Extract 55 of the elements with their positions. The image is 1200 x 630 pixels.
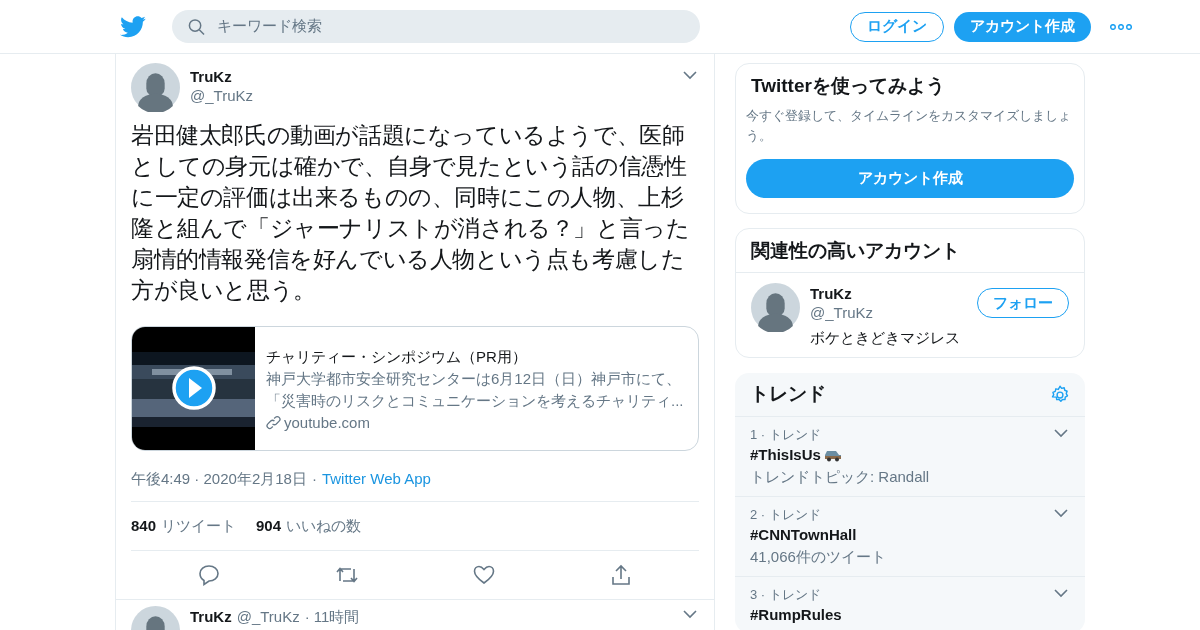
avatar-icon [131, 63, 180, 112]
trend-hashtag: #CNNTownHall [750, 525, 857, 545]
share-icon[interactable] [609, 564, 632, 586]
link-card[interactable]: チャリティー・シンポジウム（PR用） 神戸大学都市安全研究センターは6月12日（日）神戸市にて、 「災害時のリスクとコミュニケーションを考えるチャリティ... youtube.com [131, 326, 699, 451]
card-domain: youtube.com [284, 412, 370, 433]
reply-icon[interactable] [198, 564, 221, 586]
settings-icon[interactable] [1050, 384, 1070, 405]
user-handle: @_TruKz [236, 607, 300, 627]
search-input[interactable]: キーワード検索 [216, 15, 684, 38]
card-heading: トレンド [750, 382, 826, 407]
stat-label: いいねの数 [286, 515, 362, 536]
user-handle: @_TruKz [810, 303, 875, 322]
heart-icon[interactable] [473, 565, 496, 585]
user-bio: ボケときどきマジレス [810, 328, 961, 347]
trend-rank: 2 · トレンド [750, 506, 822, 524]
stat-count: 904 [256, 515, 282, 536]
trend-rank: 3 · トレンド [750, 586, 822, 604]
trend-meta: 41,066件のツイート [750, 547, 887, 567]
avatar-icon [751, 283, 800, 332]
signup-button[interactable]: アカウント作成 [954, 11, 1091, 42]
separator: · [311, 469, 317, 489]
trend-hashtag: #ThisIsUs [750, 445, 821, 465]
search-field[interactable]: キーワード検索 [172, 10, 700, 43]
tweet-text: 岩田健太郎氏の動画が話題になっているようで、医師としての身元は確かで、自身で見たという話の信憑性に一定の評価は出来るものの、同時にこの人物、上杉隆と組んで「ジャーナリストが消される？」と言った扇情的情報発信を好んでいる人物という点も考慮した方が良いと思う。 [131, 121, 691, 305]
reply-time: · 11時間 [304, 607, 360, 627]
chevron-icon[interactable] [1054, 509, 1068, 518]
stat-label: リツイート [161, 515, 237, 536]
card-heading: 関連性の高いアカウント [736, 229, 1084, 273]
card-heading: Twitterを使ってみよう [750, 74, 946, 98]
trend-item[interactable]: 2 · トレンド #CNNTownHall 41,066件のツイート [735, 497, 1085, 577]
more-icon[interactable] [1110, 23, 1132, 30]
chevron-icon[interactable] [1054, 429, 1068, 438]
user-name: TruKz [190, 607, 232, 627]
card-description: 「災害時のリスクとコミュニケーションを考えるチャリティ... [266, 390, 684, 411]
trend-item[interactable]: 1 · トレンド #ThisIsUs トレンドトピック: Randall [735, 417, 1085, 497]
trend-meta: トレンドトピック: Randall [750, 467, 931, 487]
chevron-icon[interactable] [683, 610, 697, 619]
signup-text: 今すぐ登録して、タイムラインをカスタマイズしましょう。 [746, 107, 1072, 145]
user-handle: @_TruKz [190, 86, 255, 105]
chevron-icon[interactable] [1054, 589, 1068, 598]
trend-hashtag: #RumpRules [750, 605, 842, 625]
trend-rank: 1 · トレンド [750, 426, 822, 444]
card-title: チャリティー・シンポジウム（PR用） [266, 346, 528, 367]
user-name: TruKz [810, 284, 853, 303]
search-icon [188, 17, 205, 36]
tweet-timestamp: 午後4:49 · 2020年2月18日 [131, 469, 307, 489]
signup-button[interactable]: アカウント作成 [746, 159, 1074, 198]
link-icon [266, 415, 281, 430]
chevron-icon[interactable] [683, 71, 697, 80]
trend-item[interactable]: 3 · トレンド #RumpRules [735, 577, 1085, 630]
stat-count: 840 [131, 515, 157, 536]
user-name: TruKz [190, 67, 233, 86]
card-description: 神戸大学都市安全研究センターは6月12日（日）神戸市にて、 [266, 368, 683, 389]
source-link[interactable]: Twitter Web App [321, 469, 431, 489]
bird-logo-icon[interactable] [120, 15, 146, 38]
